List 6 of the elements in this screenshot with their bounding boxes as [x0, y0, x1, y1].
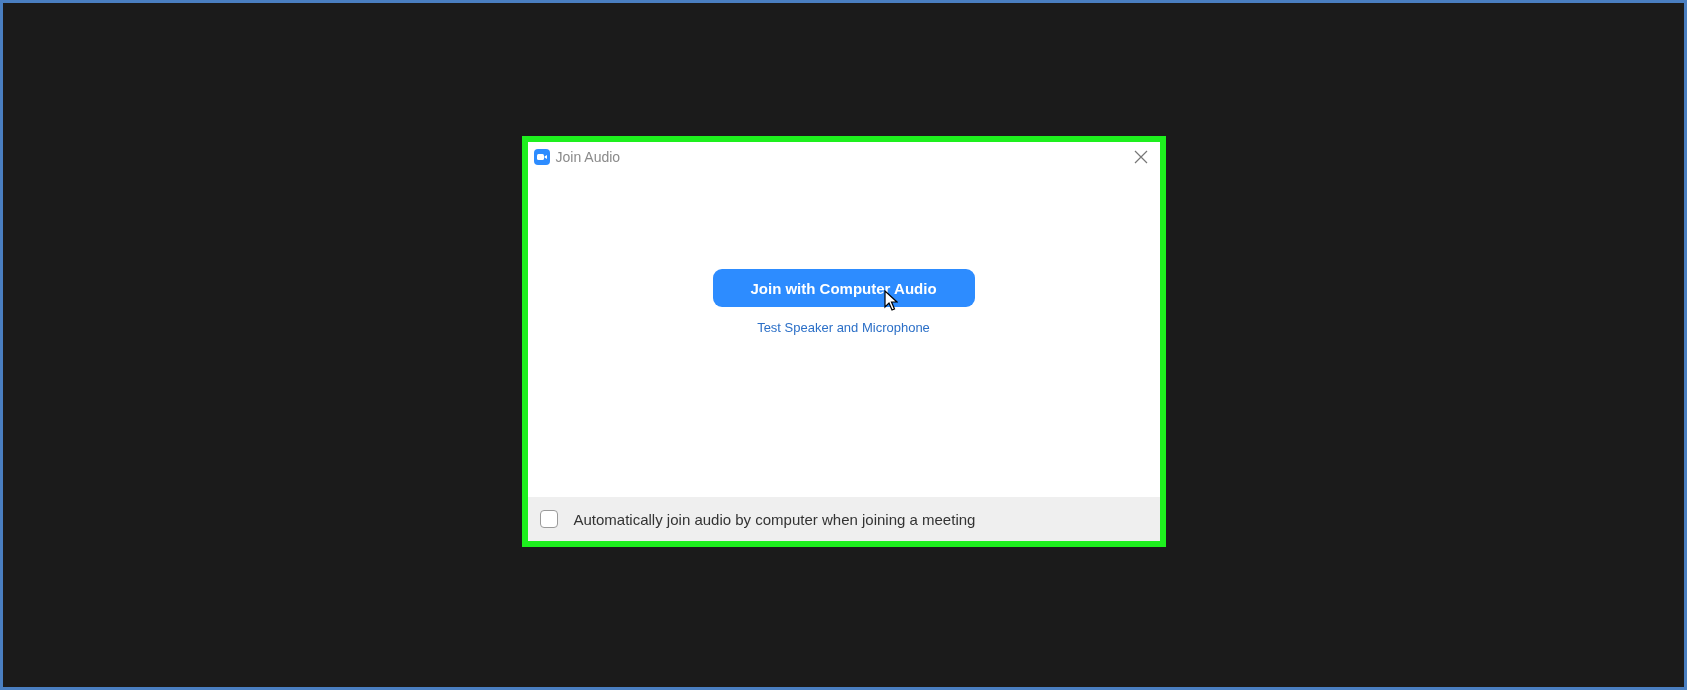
checkbox-label: Automatically join audio by computer when joining a meeting	[573, 510, 976, 528]
checkbox[interactable]	[539, 510, 558, 528]
app-logo-icon	[533, 149, 550, 165]
window-title: Join Audio	[555, 149, 621, 165]
test-speaker-link[interactable]: Test Speaker and Microphone	[757, 320, 930, 335]
join-audio-button[interactable]: Join with Computer Audio	[712, 269, 975, 307]
